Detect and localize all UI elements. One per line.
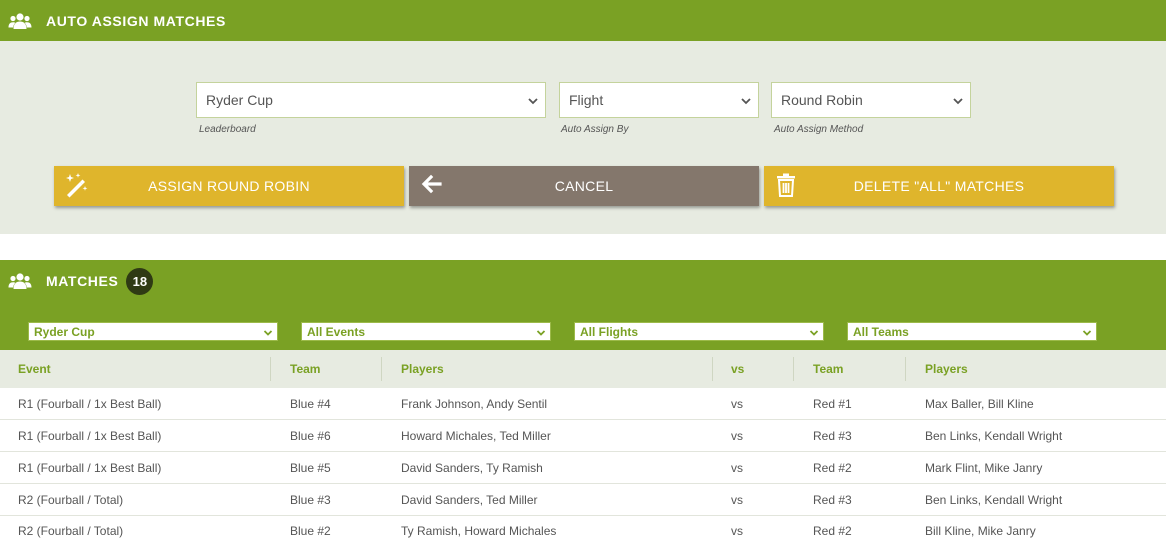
cell-players-2: Bill Kline, Mike Janry — [925, 524, 1036, 538]
table-row[interactable]: R2 (Fourball / Total) Blue #3 David Sand… — [0, 484, 1166, 516]
leaderboard-filter-value: Ryder Cup — [34, 324, 95, 339]
chevron-down-icon — [536, 327, 546, 337]
cell-team-2: Red #3 — [813, 429, 852, 443]
leaderboard-label: Leaderboard — [199, 124, 256, 135]
table-row[interactable]: R2 (Fourball / Total) Blue #2 Ty Ramish,… — [0, 516, 1166, 546]
cell-players-2: Ben Links, Kendall Wright — [925, 429, 1063, 443]
users-icon — [8, 271, 32, 291]
cell-vs: vs — [731, 524, 743, 538]
cell-vs: vs — [731, 461, 743, 475]
assign-round-robin-button[interactable]: ASSIGN ROUND ROBIN — [54, 166, 404, 206]
assign-by-label: Auto Assign By — [561, 124, 629, 135]
cell-event: R1 (Fourball / 1x Best Ball) — [18, 461, 162, 475]
cell-event: R1 (Fourball / 1x Best Ball) — [18, 429, 162, 443]
column-header-team-2[interactable]: Team — [813, 350, 843, 388]
arrow-left-icon — [418, 172, 444, 198]
chevron-down-icon — [527, 94, 539, 106]
matches-filter-bar: Ryder Cup All Events All Flights All Tea… — [0, 302, 1166, 350]
column-divider — [712, 357, 713, 381]
cell-players-1: David Sanders, Ty Ramish — [401, 461, 543, 475]
cell-team-1: Blue #6 — [290, 429, 331, 443]
chevron-down-icon — [740, 94, 752, 106]
cell-event: R1 (Fourball / 1x Best Ball) — [18, 397, 162, 411]
cancel-button[interactable]: CANCEL — [409, 166, 759, 206]
cell-team-2: Red #2 — [813, 461, 852, 475]
auto-assign-panel: Ryder Cup Leaderboard Flight Auto Assign… — [0, 41, 1166, 234]
cell-team-2: Red #3 — [813, 493, 852, 507]
auto-assign-title: AUTO ASSIGN MATCHES — [46, 12, 226, 29]
cell-team-1: Blue #5 — [290, 461, 331, 475]
cell-vs: vs — [731, 429, 743, 443]
cell-players-2: Max Baller, Bill Kline — [925, 397, 1034, 411]
cell-event: R2 (Fourball / Total) — [18, 524, 124, 538]
flights-filter[interactable]: All Flights — [574, 322, 824, 341]
cell-players-1: Howard Michales, Ted Miller — [401, 429, 551, 443]
table-row[interactable]: R1 (Fourball / 1x Best Ball) Blue #6 How… — [0, 420, 1166, 452]
cell-players-1: David Sanders, Ted Miller — [401, 493, 538, 507]
column-divider — [793, 357, 794, 381]
cell-players-2: Ben Links, Kendall Wright — [925, 493, 1063, 507]
cell-players-1: Frank Johnson, Andy Sentil — [401, 397, 548, 411]
column-divider — [905, 357, 906, 381]
cell-players-1: Ty Ramish, Howard Michales — [401, 524, 557, 538]
cancel-label: CANCEL — [554, 178, 614, 194]
table-row[interactable]: R1 (Fourball / 1x Best Ball) Blue #5 Dav… — [0, 452, 1166, 484]
table-row[interactable]: R1 (Fourball / 1x Best Ball) Blue #4 Fra… — [0, 388, 1166, 420]
events-filter-value: All Events — [307, 324, 366, 339]
column-header-players-1[interactable]: Players — [401, 350, 444, 388]
flights-filter-value: All Flights — [580, 324, 638, 339]
column-header-players-2[interactable]: Players — [925, 350, 968, 388]
teams-filter-value: All Teams — [853, 324, 909, 339]
cell-team-1: Blue #2 — [290, 524, 331, 538]
assign-method-select-value: Round Robin — [781, 92, 863, 108]
events-filter[interactable]: All Events — [301, 322, 551, 341]
cell-team-2: Red #1 — [813, 397, 852, 411]
cell-team-2: Red #2 — [813, 524, 852, 538]
assign-by-select-value: Flight — [569, 92, 604, 108]
chevron-down-icon — [809, 327, 819, 337]
assign-round-robin-label: ASSIGN ROUND ROBIN — [148, 178, 310, 194]
auto-assign-header: AUTO ASSIGN MATCHES — [0, 0, 1166, 41]
teams-filter[interactable]: All Teams — [847, 322, 1097, 341]
chevron-down-icon — [952, 94, 964, 106]
column-header-event[interactable]: Event — [18, 350, 51, 388]
leaderboard-select[interactable]: Ryder Cup — [196, 82, 546, 118]
cell-players-2: Mark Flint, Mike Janry — [925, 461, 1043, 475]
cell-vs: vs — [731, 397, 743, 411]
cell-event: R2 (Fourball / Total) — [18, 493, 124, 507]
cell-team-1: Blue #3 — [290, 493, 331, 507]
leaderboard-select-value: Ryder Cup — [206, 92, 273, 108]
chevron-down-icon — [1082, 327, 1092, 337]
trash-icon — [773, 172, 799, 198]
matches-header: MATCHES 18 — [0, 260, 1166, 302]
assign-by-select[interactable]: Flight — [559, 82, 759, 118]
cell-team-1: Blue #4 — [290, 397, 331, 411]
matches-title: MATCHES — [46, 273, 119, 289]
chevron-down-icon — [263, 327, 273, 337]
delete-all-matches-button[interactable]: DELETE "ALL" MATCHES — [764, 166, 1114, 206]
assign-method-label: Auto Assign Method — [774, 124, 864, 135]
column-header-team-1[interactable]: Team — [290, 350, 320, 388]
column-header-vs[interactable]: vs — [731, 350, 744, 388]
matches-table-header: Event Team Players vs Team Players — [0, 350, 1166, 388]
matches-count-badge: 18 — [126, 267, 154, 295]
assign-method-select[interactable]: Round Robin — [771, 82, 971, 118]
magic-wand-icon — [63, 172, 89, 198]
delete-all-matches-label: DELETE "ALL" MATCHES — [853, 178, 1025, 194]
column-divider — [270, 357, 271, 381]
column-divider — [381, 357, 382, 381]
cell-vs: vs — [731, 493, 743, 507]
users-icon — [8, 11, 32, 31]
leaderboard-filter[interactable]: Ryder Cup — [28, 322, 278, 341]
